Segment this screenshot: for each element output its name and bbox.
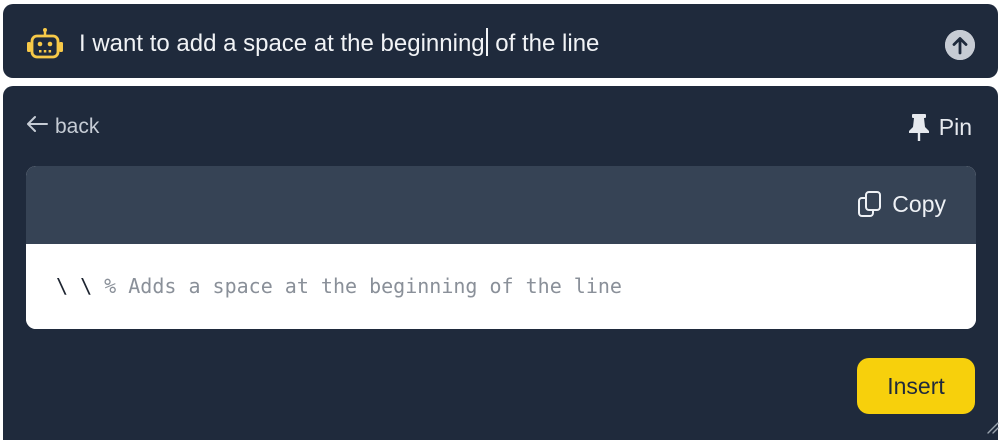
suggestion-panel: back Pin Copy \ \ % Adds a space at the …	[3, 86, 999, 440]
pushpin-icon	[908, 114, 929, 141]
copy-button[interactable]: Copy	[857, 190, 946, 218]
send-button[interactable]	[945, 30, 975, 60]
back-label: back	[55, 114, 100, 138]
copy-label: Copy	[892, 190, 946, 217]
copy-icon	[858, 191, 882, 217]
insert-button[interactable]: Insert	[857, 358, 975, 414]
prompt-input[interactable]: I want to add a space at the beginning o…	[79, 28, 599, 58]
robot-icon	[25, 27, 65, 61]
code-suggestion-card: Copy \ \ % Adds a space at the beginning…	[26, 166, 976, 329]
arrow-up-circle-icon	[945, 30, 975, 60]
prompt-text-before-caret: I want to add a space at the beginning	[79, 30, 485, 57]
code-comment: % Adds a space at the beginning of the l…	[104, 274, 622, 298]
text-caret	[485, 28, 488, 56]
code-line: \ \ % Adds a space at the beginning of t…	[56, 274, 622, 298]
pin-label: Pin	[938, 113, 972, 140]
resize-handle-icon[interactable]	[985, 420, 999, 434]
code-body: \ \ % Adds a space at the beginning of t…	[26, 244, 976, 329]
pin-button[interactable]: Pin	[907, 112, 972, 142]
arrow-left-icon	[25, 114, 49, 139]
prompt-bar[interactable]: I want to add a space at the beginning o…	[3, 4, 998, 78]
back-link[interactable]: back	[25, 114, 99, 139]
prompt-text-after-caret: of the line	[488, 30, 600, 57]
code-card-header: Copy	[26, 166, 976, 244]
code-command: \ \	[56, 274, 105, 298]
assistant-overlay: I want to add a space at the beginning o…	[0, 0, 1000, 440]
